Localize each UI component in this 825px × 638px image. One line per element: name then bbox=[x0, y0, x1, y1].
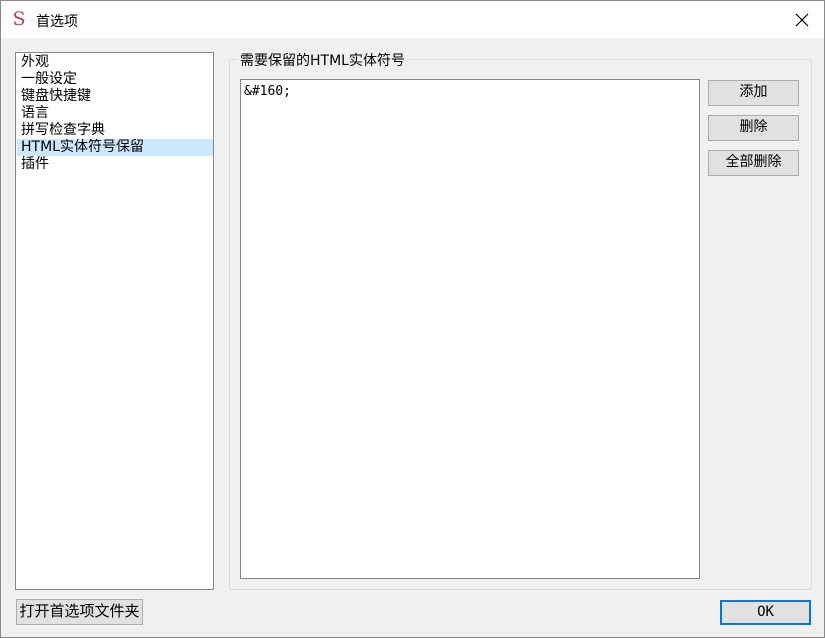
category-item-html-entities[interactable]: HTML实体符号保留 bbox=[17, 139, 213, 156]
category-item-spellcheck-dictionary[interactable]: 拼写检查字典 bbox=[17, 122, 213, 139]
window-title: 首选项 bbox=[36, 14, 78, 30]
close-button[interactable] bbox=[780, 1, 824, 38]
category-item-language[interactable]: 语言 bbox=[17, 105, 213, 122]
ok-button[interactable]: OK bbox=[720, 600, 811, 625]
delete-all-button[interactable]: 全部删除 bbox=[708, 150, 799, 176]
entity-entry: &#160; bbox=[244, 84, 291, 99]
category-item-general[interactable]: 一般设定 bbox=[17, 71, 213, 88]
title-bar: S 首选项 bbox=[1, 1, 824, 38]
app-logo-icon: S bbox=[12, 8, 26, 30]
category-list[interactable]: 外观 一般设定 键盘快捷键 语言 拼写检查字典 HTML实体符号保留 插件 bbox=[15, 52, 214, 590]
category-item-keyboard-shortcuts[interactable]: 键盘快捷键 bbox=[17, 88, 213, 105]
preferences-dialog: S 首选项 外观 一般设定 键盘快捷键 语言 拼写检查字典 HTML实体符号保留… bbox=[0, 0, 825, 638]
add-button[interactable]: 添加 bbox=[708, 80, 799, 106]
open-preferences-folder-button[interactable]: 打开首选项文件夹 bbox=[16, 599, 143, 625]
close-icon bbox=[795, 13, 809, 26]
category-item-plugins[interactable]: 插件 bbox=[17, 156, 213, 173]
category-item-appearance[interactable]: 外观 bbox=[17, 54, 213, 71]
delete-button[interactable]: 删除 bbox=[708, 115, 799, 141]
entities-group-label: 需要保留的HTML实体符号 bbox=[237, 50, 408, 70]
entities-textarea[interactable]: &#160; bbox=[240, 79, 700, 579]
